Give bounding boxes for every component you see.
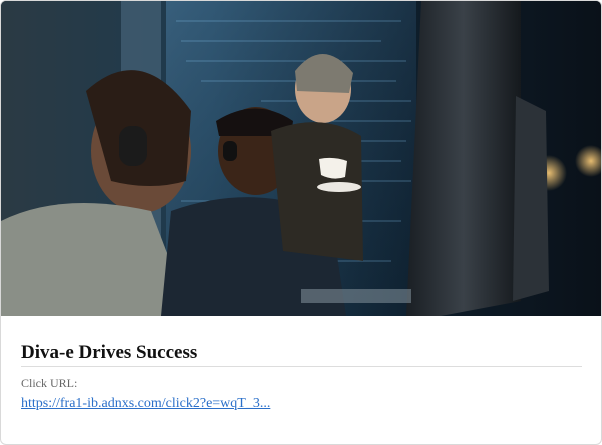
ad-headline[interactable]: Diva-e Drives Success: [21, 316, 582, 364]
ad-card: Diva-e Drives Success Click URL: https:/…: [0, 0, 602, 445]
ad-image[interactable]: [1, 1, 601, 316]
divider: [21, 366, 582, 367]
click-url-link[interactable]: https://fra1-ib.adnxs.com/click2?e=wqT_3…: [21, 396, 270, 412]
team-at-monitors-photo-icon: [1, 1, 601, 316]
click-url-label: Click URL:: [21, 376, 78, 390]
ad-body: Diva-e Drives Success Click URL: https:/…: [21, 316, 582, 412]
